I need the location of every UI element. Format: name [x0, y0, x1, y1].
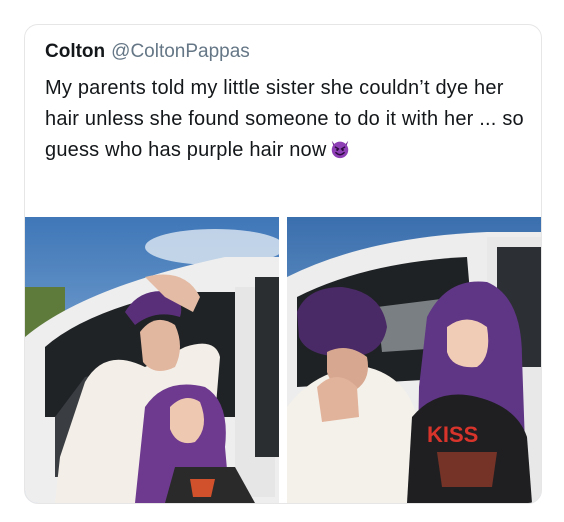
author-name[interactable]: Colton: [45, 41, 105, 63]
photo-right[interactable]: KISS: [287, 217, 541, 503]
smiling-devil-emoji-icon: [331, 140, 348, 159]
photo-right-image: KISS: [287, 217, 541, 503]
tweet-text: My parents told my little sister she cou…: [45, 77, 524, 161]
kiss-shirt-logo: KISS: [427, 422, 478, 447]
author-handle[interactable]: @ColtonPappas: [111, 41, 250, 63]
tweet-header: Colton @ColtonPappas: [45, 41, 250, 67]
tweet-photos: KISS: [25, 217, 541, 503]
tweet-text-block: My parents told my little sister she cou…: [45, 73, 525, 166]
tweet-card: Colton @ColtonPappas My parents told my …: [24, 24, 542, 504]
photo-left[interactable]: [25, 217, 279, 503]
photo-left-image: [25, 217, 279, 503]
